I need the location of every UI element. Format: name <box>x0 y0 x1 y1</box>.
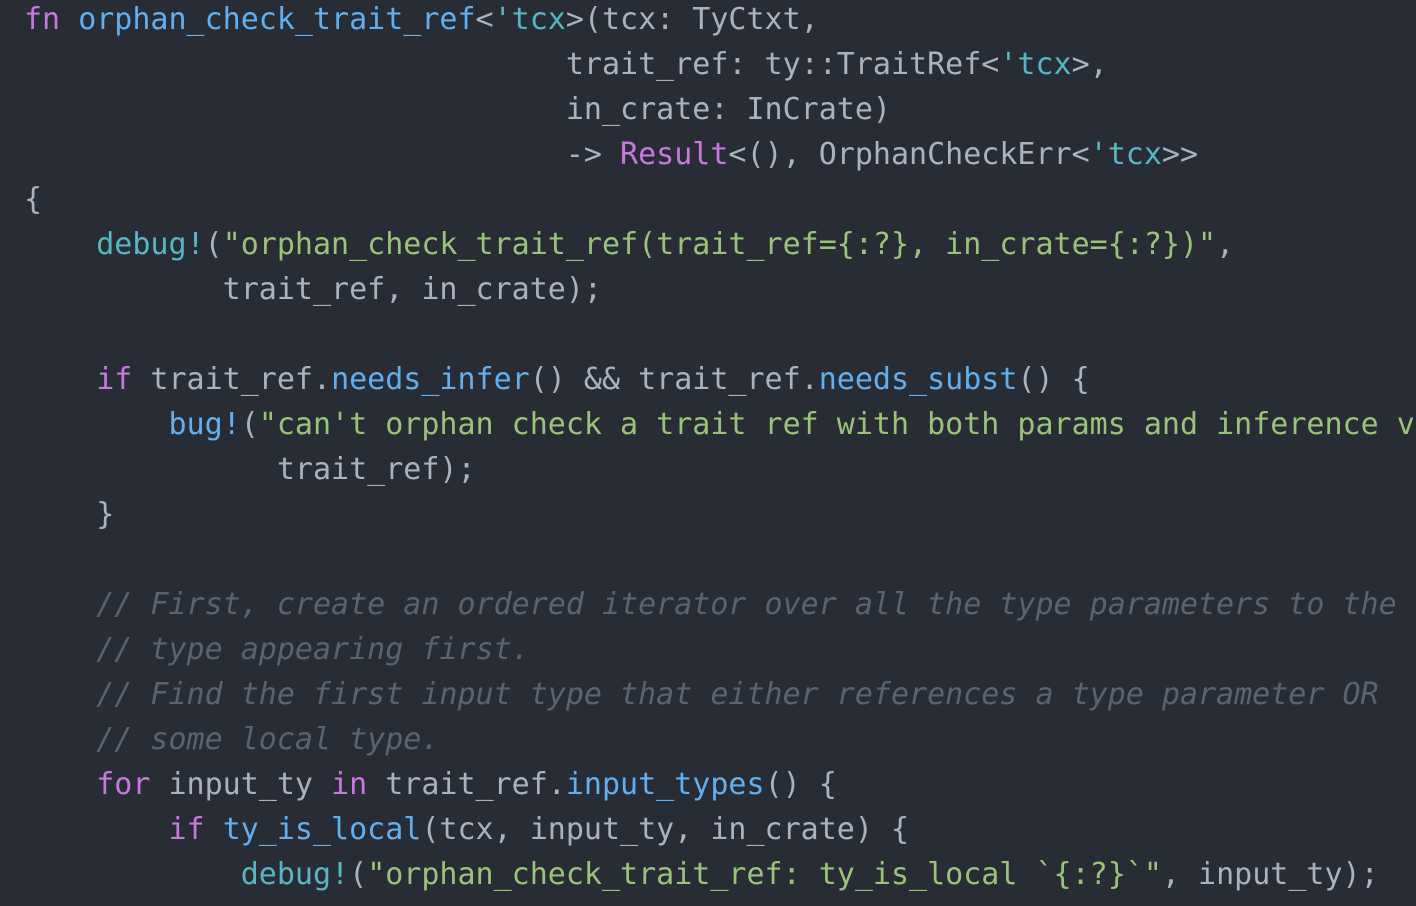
code-line[interactable]: in_crate: InCrate) <box>24 87 891 132</box>
code-token: (tcx, input_ty, in_crate) { <box>421 812 910 847</box>
code-token: "orphan_check_trait_ref: ty_is_local `{:… <box>367 857 1162 892</box>
code-line[interactable]: bug!("can't orphan check a trait ref wit… <box>24 402 1416 447</box>
code-line[interactable]: if trait_ref.needs_infer() && trait_ref.… <box>24 357 1090 402</box>
code-token: if <box>168 812 205 847</box>
code-token: // First, create an ordered iterator ove… <box>24 587 1397 622</box>
code-line[interactable]: debug!("orphan_check_trait_ref: ty_is_lo… <box>24 852 1379 897</box>
code-token: needs_subst <box>818 362 1018 397</box>
code-token: trait_ref: ty::TraitRef< <box>24 47 1000 82</box>
code-token: trait_ref. <box>132 362 332 397</box>
code-token: , <box>1216 227 1235 262</box>
code-token: <(), OrphanCheckErr< <box>728 137 1090 172</box>
code-token: trait_ref); <box>24 452 476 487</box>
code-token: ( <box>240 407 259 442</box>
code-token: Result <box>620 137 729 172</box>
code-token: () { <box>1017 362 1090 397</box>
code-token: "orphan_check_trait_ref(trait_ref={:?}, … <box>222 227 1217 262</box>
code-token: for <box>96 767 151 802</box>
code-line[interactable]: fn orphan_check_trait_ref<'tcx>(tcx: TyC… <box>24 0 819 42</box>
code-line[interactable]: debug!("orphan_check_trait_ref(trait_ref… <box>24 222 1234 267</box>
code-token: trait_ref. <box>367 767 566 802</box>
code-token: 'tcx <box>999 47 1072 82</box>
code-token: fn <box>24 2 61 37</box>
code-line[interactable]: { <box>24 177 42 222</box>
code-token: -> <box>24 137 621 172</box>
code-token: in <box>331 767 368 802</box>
code-token: // type appearing first. <box>24 632 530 667</box>
code-token: if <box>96 362 133 397</box>
code-token: < <box>475 2 494 37</box>
code-line[interactable]: trait_ref, in_crate); <box>24 267 602 312</box>
code-token: input_ty <box>150 767 332 802</box>
code-token: } <box>24 497 115 532</box>
code-token: orphan_check_trait_ref <box>78 2 476 37</box>
code-line[interactable]: // First, create an ordered iterator ove… <box>24 582 1397 627</box>
code-token: trait_ref, in_crate); <box>24 272 602 307</box>
code-token: // Find the first input type that either… <box>24 677 1379 712</box>
code-line[interactable]: trait_ref); <box>24 447 476 492</box>
code-token: >(tcx: TyCtxt, <box>565 2 819 37</box>
code-token: // some local type. <box>24 722 440 757</box>
code-token: >, <box>1071 47 1108 82</box>
code-token: ty_is_local <box>222 812 422 847</box>
code-line[interactable]: trait_ref: ty::TraitRef<'tcx>, <box>24 42 1108 87</box>
code-token: ( <box>204 227 223 262</box>
code-token: 'tcx <box>1089 137 1162 172</box>
code-line[interactable]: } <box>24 492 114 537</box>
code-line[interactable]: for input_ty in trait_ref.input_types() … <box>24 762 837 807</box>
code-line[interactable]: // Find the first input type that either… <box>24 672 1379 717</box>
code-token: 'tcx <box>493 2 566 37</box>
code-line[interactable]: // type appearing first. <box>24 627 530 672</box>
code-token: bug! <box>168 407 241 442</box>
code-token: () && trait_ref. <box>529 362 819 397</box>
code-token: { <box>24 182 43 217</box>
code-token: input_types <box>565 767 765 802</box>
code-token: debug! <box>96 227 205 262</box>
code-token: >> <box>1161 137 1199 172</box>
code-token: "can't orphan check a trait ref with bot… <box>258 407 1416 442</box>
code-line[interactable]: // some local type. <box>24 717 439 762</box>
code-editor[interactable]: fn orphan_check_trait_ref<'tcx>(tcx: TyC… <box>0 0 1416 906</box>
code-token: , input_ty); <box>1161 857 1379 892</box>
code-token: in_crate: InCrate) <box>24 92 891 127</box>
code-token: needs_infer <box>331 362 530 397</box>
code-token: debug! <box>240 857 350 892</box>
code-token: ( <box>349 857 368 892</box>
code-line[interactable]: if ty_is_local(tcx, input_ty, in_crate) … <box>24 807 910 852</box>
code-line[interactable]: -> Result<(), OrphanCheckErr<'tcx>> <box>24 132 1198 177</box>
code-token: () { <box>764 767 837 802</box>
